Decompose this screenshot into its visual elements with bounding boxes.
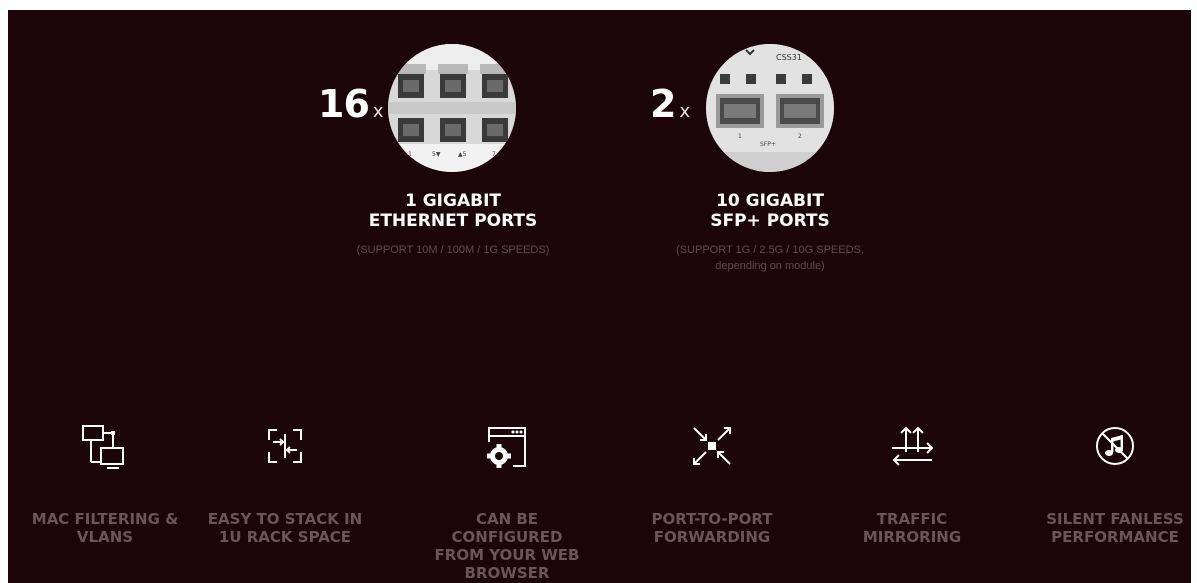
port-label: 5▼ (432, 151, 441, 158)
port-forwarding-icon (693, 427, 731, 465)
feature-label: PORT-TO-PORT FORWARDING (651, 510, 773, 546)
feature-silent-fanless: SILENT FANLESS PERFORMANCE (1030, 418, 1197, 546)
port-label: 7 (492, 151, 496, 158)
traffic-mirror-icon (892, 426, 934, 466)
feature-traffic-mirroring: TRAFFIC MIRRORING (827, 418, 997, 546)
silent-music-icon (1096, 427, 1134, 465)
feature-label: MAC FILTERING & VLANS (31, 510, 179, 546)
feature-label: TRAFFIC MIRRORING (862, 510, 962, 546)
network-screens-icon (82, 425, 124, 469)
sfp-label: SFP+ (760, 141, 776, 148)
sfp-ports-subtitle: (SUPPORT 1G / 2.5G / 10G SPEEDS, dependi… (676, 244, 864, 272)
rack-stack-icon (268, 429, 302, 463)
sfp-ports-photo: CSS31 1 2 SFP+ (706, 44, 834, 172)
ethernet-ports-photo: 1 5▼ ▲5 7 (388, 44, 516, 172)
ethernet-port-count: 16 x (318, 82, 384, 126)
ethernet-ports-title: 1 GIGABIT ETHERNET PORTS (368, 191, 538, 231)
port-label: 1 (408, 151, 412, 158)
features-section: 16 x 1 5▼ ▲5 7 1 GIGABIT ETHERNET PORTS … (8, 10, 1191, 583)
browser-gear-icon (487, 427, 526, 468)
sfp-port-label: 1 (738, 133, 742, 140)
sfp-port-count: 2x (650, 82, 691, 126)
feature-label: EASY TO STACK IN 1U RACK SPACE (207, 510, 363, 546)
feature-web-config: CAN BE CONFIGURED FROM YOUR WEB BROWSER (422, 418, 592, 582)
feature-label: SILENT FANLESS PERFORMANCE (1046, 510, 1184, 546)
model-label: CSS31 (776, 53, 802, 62)
port-label: ▲5 (458, 151, 467, 158)
feature-port-forwarding: PORT-TO-PORT FORWARDING (627, 418, 797, 546)
feature-label: CAN BE CONFIGURED FROM YOUR WEB BROWSER (434, 510, 580, 582)
ethernet-ports-subtitle: (SUPPORT 10M / 100M / 1G SPEEDS) (356, 244, 550, 256)
feature-mac-filtering: MAC FILTERING & VLANS (20, 418, 190, 546)
feature-rack-stack: EASY TO STACK IN 1U RACK SPACE (200, 418, 370, 546)
sfp-ports-title: 10 GIGABIT SFP+ PORTS (710, 191, 830, 231)
sfp-port-label: 2 (798, 133, 802, 140)
